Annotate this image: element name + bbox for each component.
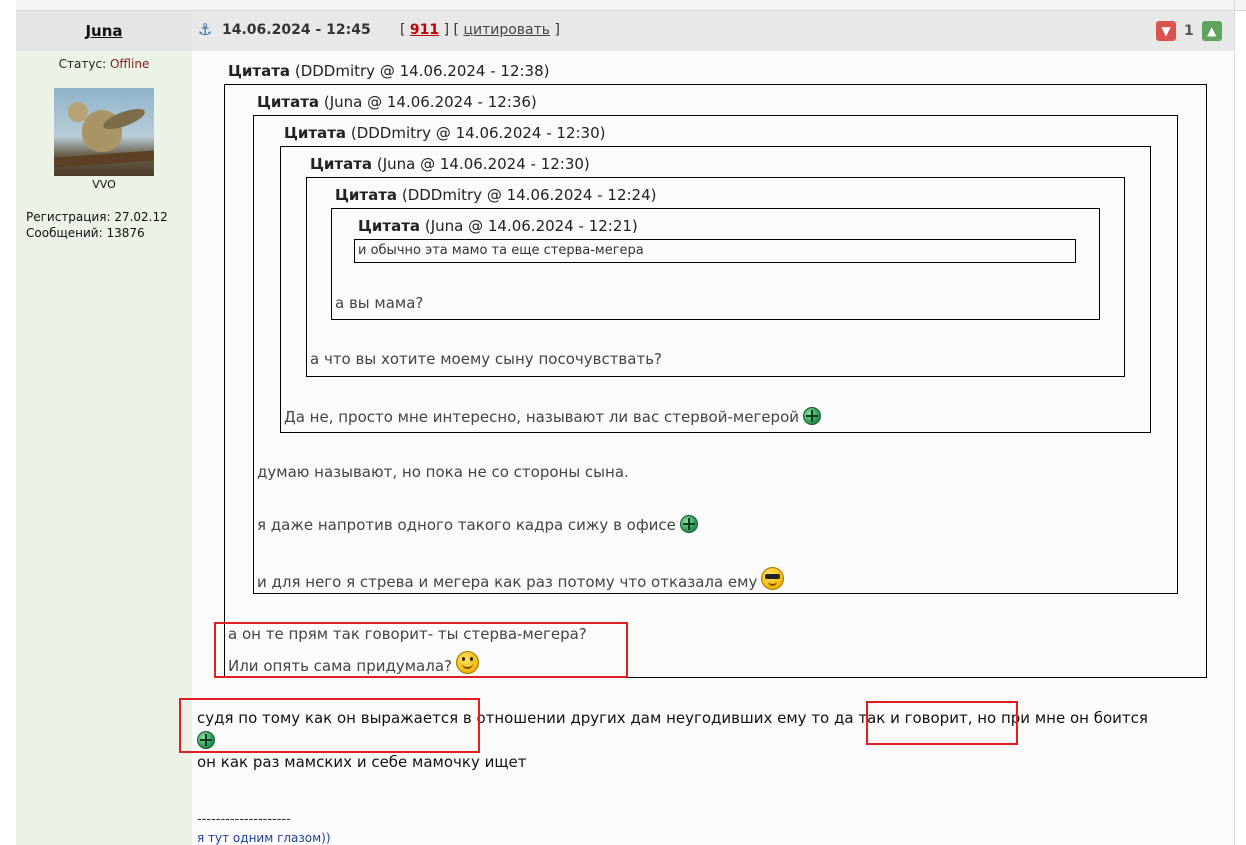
status-label: Статус:	[58, 57, 107, 71]
quote-3-text: Да не, просто мне интересно, называют ли…	[284, 407, 821, 426]
author-stats: Регистрация: 27.02.12 Сообщений: 13876	[26, 209, 168, 241]
post-date: 14.06.2024 - 12:45	[222, 22, 371, 38]
quote-header-2: Цитата (Juna @ 14.06.2024 - 12:36)	[257, 93, 537, 111]
quote-header-3: Цитата (DDDmitry @ 14.06.2024 - 12:30)	[284, 124, 606, 142]
top-border	[16, 0, 1246, 11]
globe-smiley-icon	[803, 407, 821, 425]
highlight-box-message-start	[179, 698, 480, 753]
rating-count: 1	[1184, 23, 1194, 39]
avatar-caption: VVO	[92, 178, 116, 191]
globe-smiley-icon	[679, 515, 698, 533]
rating: ▼ 1 ▲	[1156, 19, 1222, 43]
right-border	[1234, 0, 1235, 845]
quote-header-1: Цитата (DDDmitry @ 14.06.2024 - 12:38)	[228, 62, 550, 80]
quote-header-5: Цитата (DDDmitry @ 14.06.2024 - 12:24)	[335, 186, 657, 204]
author-name-link[interactable]: Juna	[16, 22, 192, 40]
post-meta: [ 911 ] [ цитировать ]	[400, 22, 560, 38]
quote-2-text-3: и для него я стрева и мегера как раз пот…	[257, 567, 785, 591]
thumbs-down-icon[interactable]: ▼	[1156, 21, 1176, 41]
quote-6-text: и обычно эта мамо та еще стерва-мегера	[358, 243, 644, 258]
quote-2-text-2: я даже напротив одного такого кадра сижу…	[257, 515, 698, 534]
author-status: Статус: Offline	[16, 57, 192, 71]
quote-link[interactable]: цитировать	[463, 22, 550, 38]
highlight-box-quote	[214, 622, 628, 678]
status-value: Offline	[109, 57, 150, 71]
quote-header-6: Цитата (Juna @ 14.06.2024 - 12:21)	[358, 217, 638, 235]
quote-2-text-1: думаю называют, но пока не со стороны сы…	[257, 463, 629, 481]
signature-text: я тут одним глазом))	[197, 831, 331, 845]
message-count: Сообщений: 13876	[26, 226, 145, 240]
message-line-2: он как раз мамских и себе мамочку ищет	[197, 753, 527, 771]
highlight-box-message-phrase	[866, 701, 1018, 745]
anchor-icon[interactable]: ⚓	[198, 20, 212, 39]
quote-4-text: а что вы хотите моему сыну посочувствать…	[310, 350, 663, 368]
cool-smiley-icon	[761, 567, 785, 590]
quote-5-text: а вы мама?	[335, 294, 424, 312]
registration-date: Регистрация: 27.02.12	[26, 210, 168, 224]
post-number-link[interactable]: 911	[410, 22, 439, 38]
avatar	[54, 88, 154, 176]
thumbs-up-icon[interactable]: ▲	[1201, 21, 1222, 41]
quote-header-4: Цитата (Juna @ 14.06.2024 - 12:30)	[310, 155, 590, 173]
signature-separator: --------------------	[197, 812, 291, 827]
